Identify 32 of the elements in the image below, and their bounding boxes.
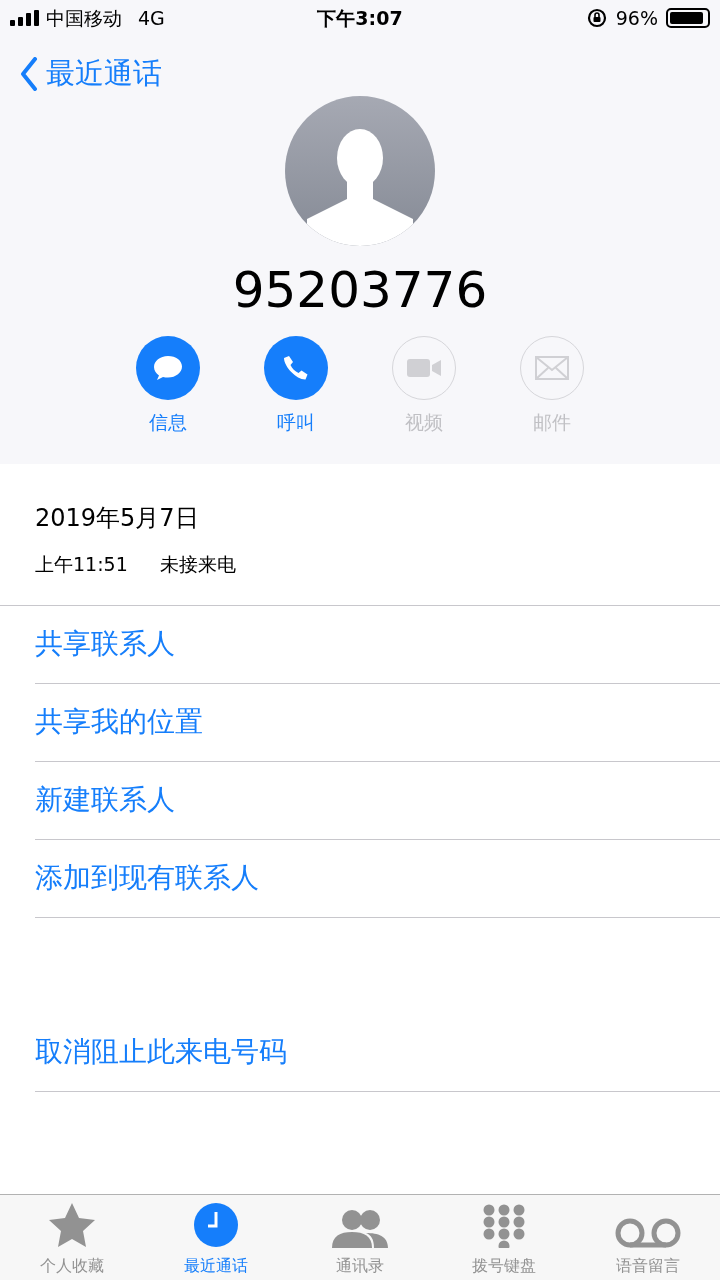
video-camera-icon xyxy=(406,357,442,379)
call-time: 上午11:51 xyxy=(35,552,128,577)
call-date: 2019年5月7日 xyxy=(35,503,200,534)
carrier-name: 中国移动 xyxy=(46,5,122,31)
option-link[interactable]: 共享联系人 xyxy=(35,605,175,683)
tab[interactable]: 拨号键盘 xyxy=(432,1195,576,1280)
call-type: 未接来电 xyxy=(159,552,236,577)
keypad-icon xyxy=(482,1204,526,1248)
signal-icon xyxy=(10,10,40,26)
network-type: 4G xyxy=(138,5,165,31)
speech-bubble-icon xyxy=(152,354,184,382)
tab[interactable]: 语音留言 xyxy=(576,1195,720,1280)
tab[interactable]: 个人收藏 xyxy=(0,1195,144,1280)
voicemail-icon xyxy=(615,1218,681,1248)
phone-number: 95203776 xyxy=(232,260,488,320)
clock-icon xyxy=(193,1202,239,1248)
envelope-icon xyxy=(535,356,569,380)
option-link[interactable]: 新建联系人 xyxy=(35,761,175,839)
battery-icon xyxy=(666,8,710,28)
unblock-caller-link[interactable]: 取消阻止此来电号码 xyxy=(35,1013,287,1091)
rotation-lock-icon xyxy=(585,7,608,29)
people-icon xyxy=(330,1208,390,1248)
battery-percent: 96% xyxy=(615,5,658,31)
status-time: 下午3:07 xyxy=(317,5,403,31)
option-link[interactable]: 添加到现有联系人 xyxy=(35,839,259,917)
avatar-icon xyxy=(285,96,435,246)
tab[interactable]: 最近通话 xyxy=(144,1195,288,1280)
back-button[interactable]: 最近通话 xyxy=(20,52,162,96)
star-icon xyxy=(48,1202,96,1248)
tab[interactable]: 通讯录 xyxy=(288,1195,432,1280)
back-chevron-icon xyxy=(20,57,38,91)
option-link[interactable]: 共享我的位置 xyxy=(35,683,203,761)
